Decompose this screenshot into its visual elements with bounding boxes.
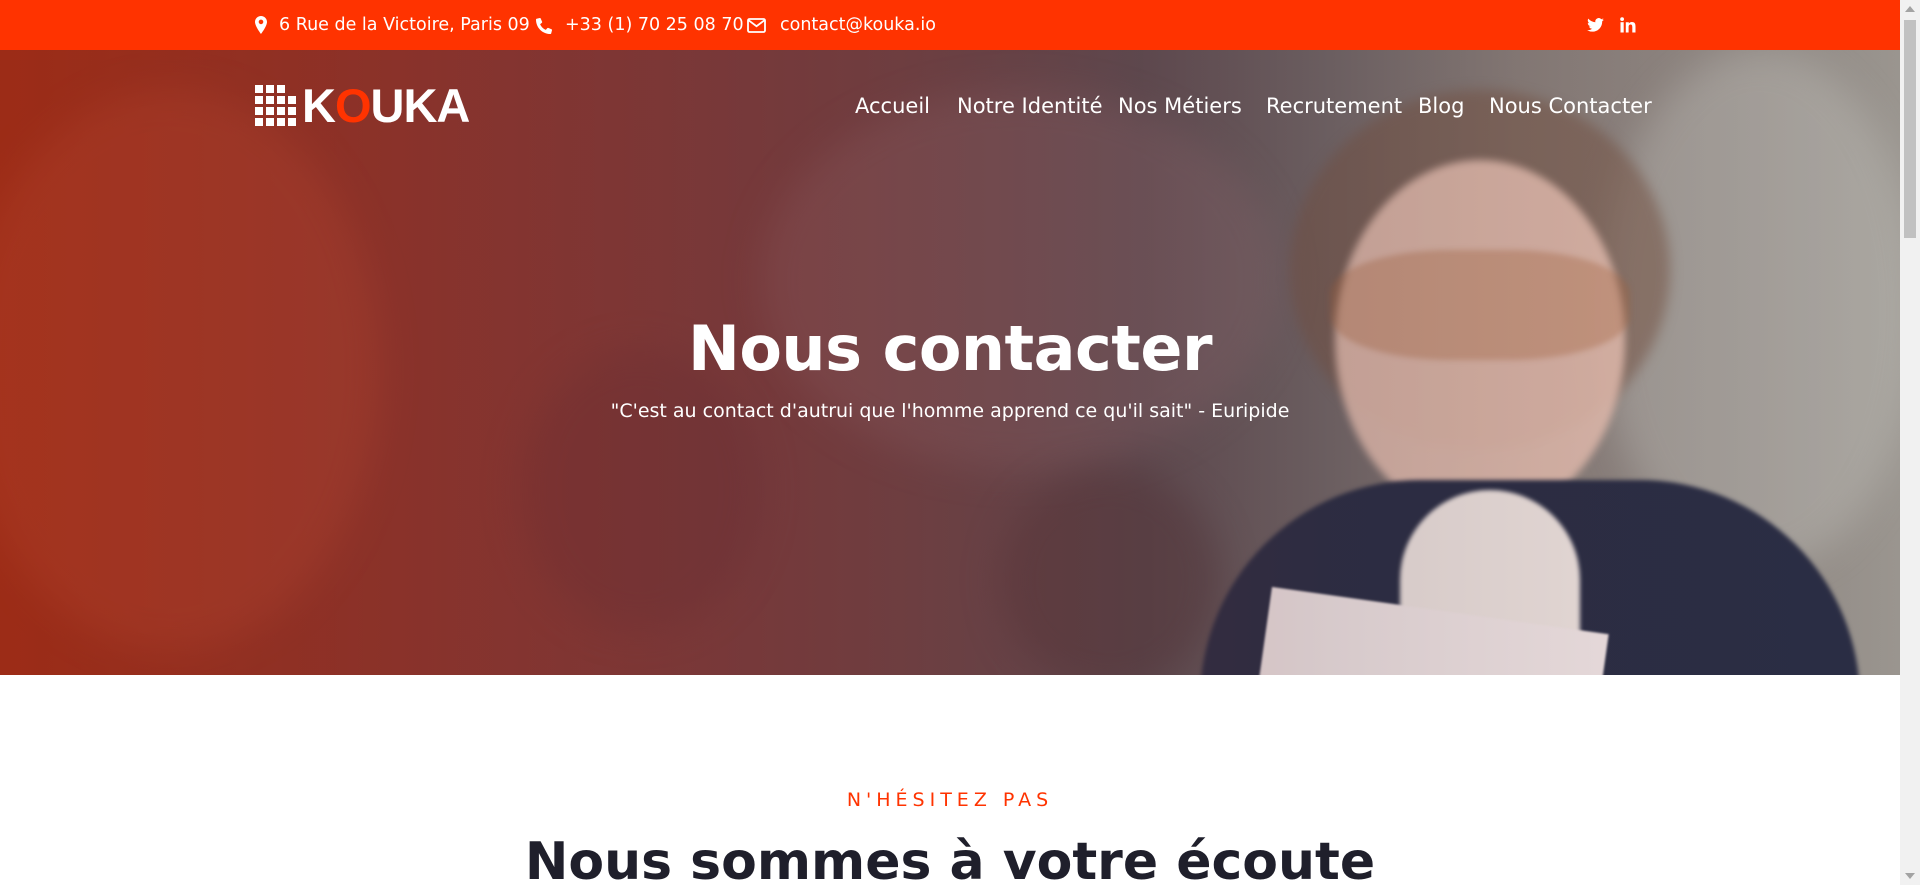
address-text: 6 Rue de la Victoire, Paris 09: [279, 15, 530, 35]
envelope-icon: [747, 17, 766, 33]
page-title: Nous contacter: [687, 312, 1213, 385]
email-item[interactable]: contact@kouka.io: [747, 0, 936, 50]
main-nav: Accueil Notre Identité Nos Métiers Recru…: [0, 94, 1900, 124]
section-title: Nous sommes à votre écoute: [524, 832, 1376, 885]
email-text: contact@kouka.io: [780, 15, 936, 35]
section-kicker: N'HÉSITEZ PAS: [846, 789, 1054, 811]
page: 6 Rue de la Victoire, Paris 09 +33 (1) 7…: [0, 0, 1920, 885]
nav-item-recrutement[interactable]: Recrutement: [1266, 94, 1402, 118]
nav-item-blog[interactable]: Blog: [1418, 94, 1464, 118]
map-marker-icon: [255, 16, 267, 34]
scroll-up-arrow-icon[interactable]: [1905, 6, 1915, 12]
hero-quote: "C'est au contact d'autrui que l'homme a…: [610, 400, 1290, 422]
linkedin-icon[interactable]: [1620, 17, 1636, 33]
scroll-down-arrow-icon[interactable]: [1905, 873, 1915, 879]
phone-icon: [535, 17, 552, 34]
nav-item-nos-metiers[interactable]: Nos Métiers: [1118, 94, 1242, 118]
social-links: [1587, 0, 1636, 50]
hero-banner: KOUKA Accueil Notre Identité Nos Métiers…: [0, 50, 1900, 675]
nav-item-accueil[interactable]: Accueil: [855, 94, 930, 118]
scrollbar-thumb[interactable]: [1904, 20, 1916, 238]
top-bar: 6 Rue de la Victoire, Paris 09 +33 (1) 7…: [0, 0, 1900, 50]
page-scrollbar[interactable]: [1900, 0, 1920, 885]
address-item: 6 Rue de la Victoire, Paris 09: [255, 0, 530, 50]
nav-item-nous-contacter[interactable]: Nous Contacter: [1489, 94, 1652, 118]
phone-item[interactable]: +33 (1) 70 25 08 70: [535, 0, 744, 50]
twitter-icon[interactable]: [1587, 18, 1604, 32]
phone-text: +33 (1) 70 25 08 70: [565, 15, 744, 35]
nav-item-notre-identite[interactable]: Notre Identité: [957, 94, 1103, 118]
